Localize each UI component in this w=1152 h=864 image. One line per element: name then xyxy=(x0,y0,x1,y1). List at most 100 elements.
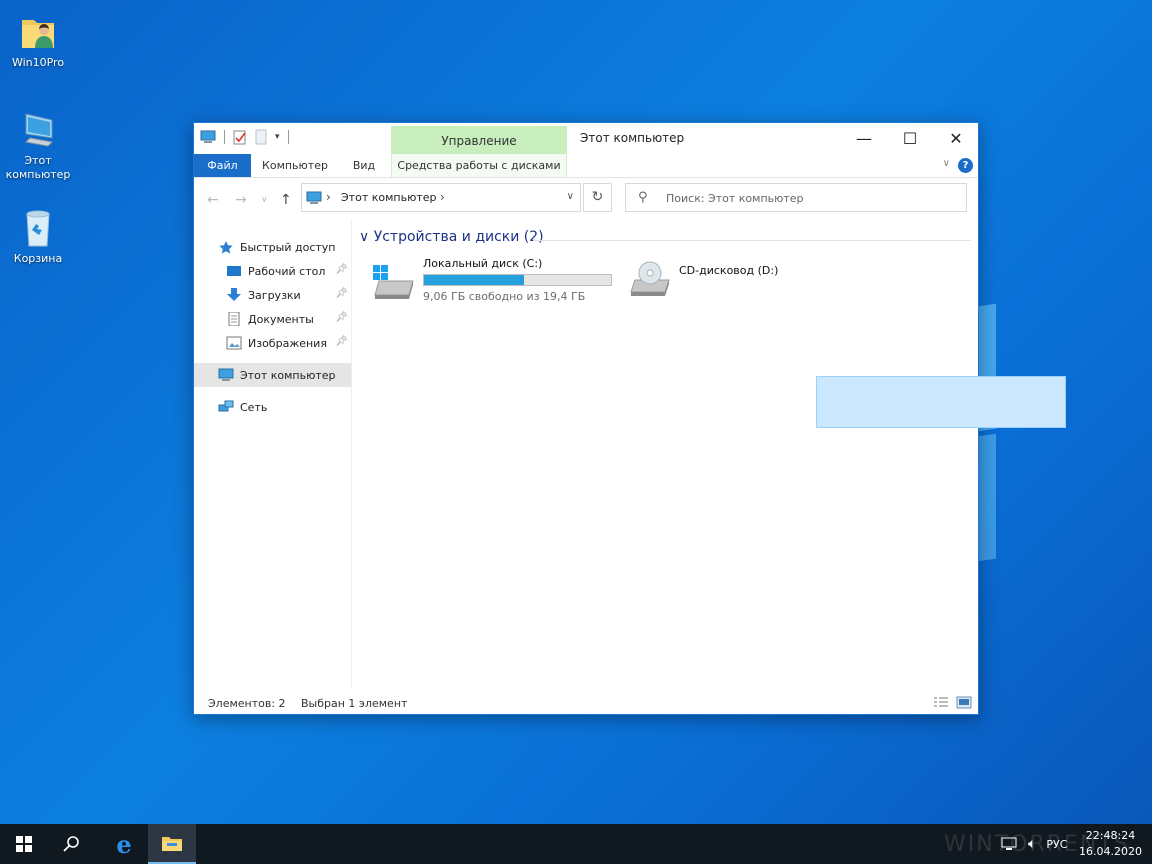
nav-item-label: Загрузки xyxy=(248,288,301,302)
nav-item-label: Сеть xyxy=(240,400,268,414)
breadcrumb-this-pc[interactable]: Этот компьютер xyxy=(341,191,437,204)
help-icon[interactable]: ? xyxy=(958,158,973,173)
group-divider xyxy=(533,240,971,241)
desktop-folder-icon xyxy=(227,266,241,276)
pictures-icon xyxy=(226,336,242,350)
tab-manage-context[interactable]: Управление xyxy=(391,126,567,156)
search-box[interactable]: ⚲ Поиск: Этот компьютер xyxy=(625,183,967,212)
desktop-icon-label: Корзина xyxy=(13,252,63,265)
navigation-pane: Быстрый доступ Рабочий стол 📌︎ Загрузки … xyxy=(194,219,352,689)
drive-name: CD-дисковод (D:) xyxy=(679,264,779,277)
tab-file[interactable]: Файл xyxy=(194,154,251,177)
nav-item-documents[interactable]: Документы 📌︎ xyxy=(194,307,351,331)
breadcrumb-chevron-icon[interactable]: › xyxy=(440,190,445,204)
nav-item-label: Документы xyxy=(248,312,314,326)
nav-item-downloads[interactable]: Загрузки 📌︎ xyxy=(194,283,351,307)
nav-item-network[interactable]: Сеть xyxy=(194,395,351,419)
refresh-button[interactable]: ↻ xyxy=(583,183,612,212)
properties-icon[interactable] xyxy=(233,129,247,145)
group-collapse-chevron-icon[interactable]: ∨ xyxy=(359,229,369,245)
desktop-icon-this-pc[interactable]: Этот компьютер xyxy=(0,108,76,182)
desktop-icon-label: Этот компьютер xyxy=(5,154,71,181)
drive-usage-fill xyxy=(424,275,524,285)
pin-icon[interactable]: 📌︎ xyxy=(335,264,348,275)
title-bar[interactable]: ▾ Управление Этот компьютер — ☐ ✕ xyxy=(194,123,979,156)
desktop-icon-label: Win10Pro xyxy=(11,56,65,69)
large-icons-view-icon[interactable] xyxy=(956,696,972,709)
windows-drive-icon xyxy=(373,265,414,299)
computer-icon xyxy=(218,368,234,381)
refresh-icon: ↻ xyxy=(591,189,604,205)
this-pc-small-icon xyxy=(306,191,322,204)
nav-item-label: Изображения xyxy=(248,336,327,350)
watermark: WINTORRENTS xyxy=(944,832,1130,857)
drive-usage-bar xyxy=(423,274,612,286)
windows-logo-icon xyxy=(16,836,32,852)
download-arrow-icon xyxy=(227,288,241,301)
file-explorer-icon xyxy=(162,837,182,851)
nav-item-label: Этот компьютер xyxy=(240,368,336,382)
desktop-icon-win10pro[interactable]: Win10Pro xyxy=(0,10,76,70)
documents-icon xyxy=(228,312,240,326)
toolbar-separator xyxy=(224,130,225,144)
expand-ribbon-chevron-icon[interactable]: ∨ xyxy=(943,158,950,169)
nav-item-pictures[interactable]: Изображения 📌︎ xyxy=(194,331,351,355)
tab-disk-tools[interactable]: Средства работы с дисками xyxy=(391,154,567,177)
drive-name: Локальный диск (C:) xyxy=(423,257,543,270)
up-arrow-icon[interactable]: ↑ xyxy=(280,192,292,208)
drive-free-space: 9,06 ГБ свободно из 19,4 ГБ xyxy=(423,290,586,303)
window-title: Этот компьютер xyxy=(580,131,685,145)
drive-item-c[interactable]: Локальный диск (C:) 9,06 ГБ свободно из … xyxy=(365,255,615,307)
start-button[interactable] xyxy=(0,824,48,864)
tab-computer[interactable]: Компьютер xyxy=(256,154,334,177)
nav-item-label: Быстрый доступ xyxy=(240,240,336,254)
search-icon: ⚲ xyxy=(638,190,648,205)
this-pc-small-icon xyxy=(200,130,216,143)
quick-access-toolbar: ▾ xyxy=(200,129,289,145)
details-view-icon[interactable] xyxy=(933,696,949,709)
maximize-button[interactable]: ☐ xyxy=(887,123,933,153)
forward-arrow-icon[interactable]: → xyxy=(235,192,247,208)
search-icon xyxy=(63,836,79,852)
status-bar: Элементов: 2 Выбран 1 элемент xyxy=(194,693,978,715)
group-header-devices[interactable]: ∨ Устройства и диски (2) xyxy=(359,229,544,245)
status-item-count: Элементов: 2 xyxy=(208,697,286,710)
search-taskbar-button[interactable] xyxy=(48,824,96,864)
pin-icon[interactable]: 📌︎ xyxy=(335,288,348,299)
explorer-taskbar-button[interactable] xyxy=(148,824,196,864)
recycle-bin-icon xyxy=(26,210,50,247)
status-selected: Выбран 1 элемент xyxy=(301,697,408,710)
ribbon-tabs: Файл Компьютер Вид Средства работы с дис… xyxy=(194,154,978,178)
recent-locations-chevron-icon[interactable]: ∨ xyxy=(261,195,268,205)
pin-icon[interactable]: 📌︎ xyxy=(335,336,348,347)
address-dropdown-chevron-icon[interactable]: ∨ xyxy=(567,191,574,202)
cd-drive-icon xyxy=(630,261,670,296)
desktop-icon-recycle-bin[interactable]: Корзина xyxy=(0,206,76,266)
customize-toolbar-chevron-icon[interactable]: ▾ xyxy=(275,132,280,142)
navigation-bar: ← → ∨ ↑ › Этот компьютер › ∨ ↻ ⚲ Поиск: … xyxy=(194,179,978,219)
group-title: Устройства и диски (2) xyxy=(373,229,544,245)
close-button[interactable]: ✕ xyxy=(933,123,979,153)
pin-icon[interactable]: 📌︎ xyxy=(335,312,348,323)
address-bar[interactable]: › Этот компьютер › ∨ xyxy=(301,183,581,212)
toolbar-separator xyxy=(287,130,289,144)
explorer-window: ▾ Управление Этот компьютер — ☐ ✕ Файл К… xyxy=(193,122,1066,715)
nav-item-label: Рабочий стол xyxy=(248,264,326,278)
drive-d-content[interactable]: CD-дисковод (D:) xyxy=(623,254,871,304)
network-icon xyxy=(218,400,234,412)
nav-item-this-pc[interactable]: Этот компьютер xyxy=(194,363,351,387)
new-folder-icon[interactable] xyxy=(255,129,267,145)
search-input[interactable]: Поиск: Этот компьютер xyxy=(666,192,804,205)
nav-item-quick-access[interactable]: Быстрый доступ xyxy=(194,235,351,259)
drive-item-d[interactable] xyxy=(816,376,1066,428)
nav-item-desktop[interactable]: Рабочий стол 📌︎ xyxy=(194,259,351,283)
computer-icon xyxy=(24,113,54,147)
edge-taskbar-button[interactable]: e xyxy=(100,824,148,864)
user-folder-icon xyxy=(22,20,54,48)
star-icon xyxy=(219,241,233,254)
edge-icon: e xyxy=(116,829,132,859)
back-arrow-icon[interactable]: ← xyxy=(207,192,219,208)
tab-view[interactable]: Вид xyxy=(346,154,382,177)
minimize-button[interactable]: — xyxy=(841,123,887,153)
breadcrumb-chevron-icon[interactable]: › xyxy=(326,190,331,204)
